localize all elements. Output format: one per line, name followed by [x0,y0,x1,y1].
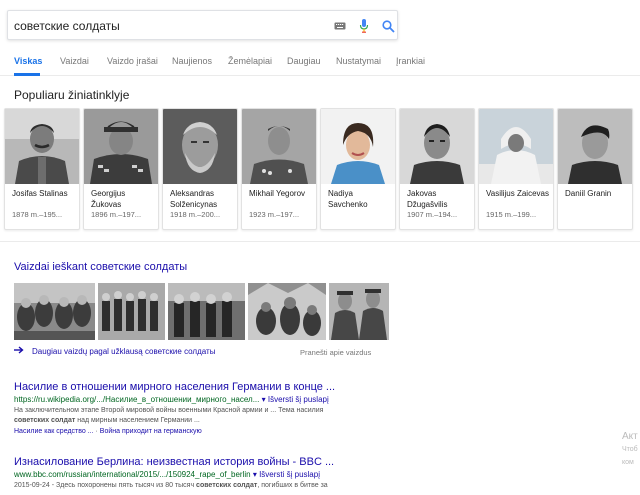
person-name: Nadiya Savchenko [328,189,368,209]
image-thumbnail[interactable] [14,283,95,340]
person-card[interactable]: Georgijus Žukovas 1896 m.–197... [83,108,159,230]
person-card[interactable]: Josifas Stalinas 1878 m.–195... [4,108,80,230]
person-photo [558,109,632,184]
tab-news[interactable]: Naujienos [172,56,212,66]
search-box[interactable] [7,10,398,40]
person-years: 1878 m.–195... [12,210,63,219]
result-url-text: https://ru.wikipedia.org/.../Насилие_в_о… [14,395,260,404]
watermark-line: ком [622,459,634,466]
tab-tools[interactable]: Įrankiai [396,56,425,66]
tab-videos[interactable]: Vaizdo įrašai [107,56,158,66]
more-images-label: Daugiau vaizdų pagal užklausą советские … [32,346,216,356]
image-thumbnail[interactable] [329,283,389,340]
popular-section-title: Populiaru žiniatinklyje [14,88,130,102]
person-photo [163,109,237,184]
person-photo [84,109,158,184]
tab-settings[interactable]: Nustatymai [336,56,381,66]
activation-watermark: Акт Чтоб ком [622,430,638,469]
sitelink[interactable]: Война приходит на германскую [100,428,202,435]
active-tab-indicator [14,73,40,76]
images-section-title[interactable]: Vaizdai ieškant советские солдаты [14,261,187,273]
watermark-line: Акт [622,431,638,442]
person-name: Josifas Stalinas [12,189,68,198]
person-card[interactable]: Nadiya Savchenko [320,108,396,230]
sitelink[interactable]: Насилие как средство ... [14,428,94,435]
search-tabs: Viskas Vaizdai Vaizdo įrašai Naujienos Ž… [0,50,640,76]
tab-all[interactable]: Viskas [14,56,42,66]
image-thumbnail[interactable] [98,283,165,340]
people-carousel: Josifas Stalinas 1878 m.–195... Georgiju… [4,108,640,232]
person-card[interactable]: Vasilijus Zaicevas 1915 m.–199... [478,108,554,230]
search-icon[interactable] [380,18,396,34]
person-card[interactable]: Mikhail Yegorov 1923 m.–197... [241,108,317,230]
person-years: 1907 m.–194... [407,210,458,219]
person-years: 1923 m.–197... [249,210,300,219]
person-photo [479,109,553,184]
result-sitelinks: Насилие как средство ... · Война приходи… [14,428,394,435]
search-result: Изнасилование Берлина: неизвестная истор… [14,456,394,491]
translate-link[interactable]: ▾ Išversti šį puslapį [262,395,329,404]
image-thumbnail[interactable] [248,283,326,340]
person-years: 1896 m.–197... [91,210,142,219]
arrow-right-icon [14,346,24,356]
image-thumbnail[interactable] [168,283,245,340]
person-name: Mikhail Yegorov [249,189,306,198]
more-images-link[interactable]: Daugiau vaizdų pagal užklausą советские … [14,346,215,356]
snippet-highlight: советских солдат [14,417,76,424]
section-divider [0,241,640,242]
person-years: 1918 m.–200... [170,210,221,219]
search-input[interactable] [14,17,314,35]
tab-maps[interactable]: Žemėlapiai [228,56,272,66]
person-photo [5,109,79,184]
result-snippet: На заключительном этапе Второй мировой в… [14,406,394,426]
microphone-icon[interactable] [356,18,372,34]
snippet-highlight: советских солдат [196,482,258,489]
person-card[interactable]: Jakovas Džugašvilis 1907 m.–194... [399,108,475,230]
result-url: www.bbc.com/russian/international/2015/.… [14,470,394,479]
tab-images[interactable]: Vaizdai [60,56,89,66]
snippet-text: над мирным населением Германии ... [75,417,200,424]
person-photo [400,109,474,184]
result-title[interactable]: Изнасилование Берлина: неизвестная истор… [14,456,394,468]
person-card[interactable]: Aleksandras Solženicynas 1918 m.–200... [162,108,238,230]
snippet-text: 2015-09-24 - Здесь похоронены пять тысяч… [14,482,197,489]
watermark-line: Чтоб [622,446,638,453]
result-url: https://ru.wikipedia.org/.../Насилие_в_о… [14,395,394,404]
result-url-text: www.bbc.com/russian/international/2015/.… [14,470,251,479]
person-years: 1915 m.–199... [486,210,537,219]
translate-link[interactable]: ▾ Išversti šį puslapį [253,470,320,479]
person-name: Aleksandras Solženicynas [170,189,218,209]
person-name: Jakovas Džugašvilis [407,189,448,209]
report-images-link[interactable]: Pranešti apie vaizdus [300,348,371,357]
person-name: Vasilijus Zaicevas [486,189,549,198]
snippet-text: , погибших в битве за [257,482,328,489]
person-photo [321,109,395,184]
person-name: Georgijus Žukovas [91,189,126,209]
search-result: Насилие в отношении мирного населения Ге… [14,381,394,435]
tab-more[interactable]: Daugiau [287,56,321,66]
result-title[interactable]: Насилие в отношении мирного населения Ге… [14,381,394,393]
person-name: Daniil Granin [565,189,612,198]
person-photo [242,109,316,184]
result-snippet: 2015-09-24 - Здесь похоронены пять тысяч… [14,481,394,491]
keyboard-icon[interactable] [332,18,348,34]
snippet-text: На заключительном этапе Второй мировой в… [14,407,324,414]
person-card[interactable]: Daniil Granin [557,108,633,230]
